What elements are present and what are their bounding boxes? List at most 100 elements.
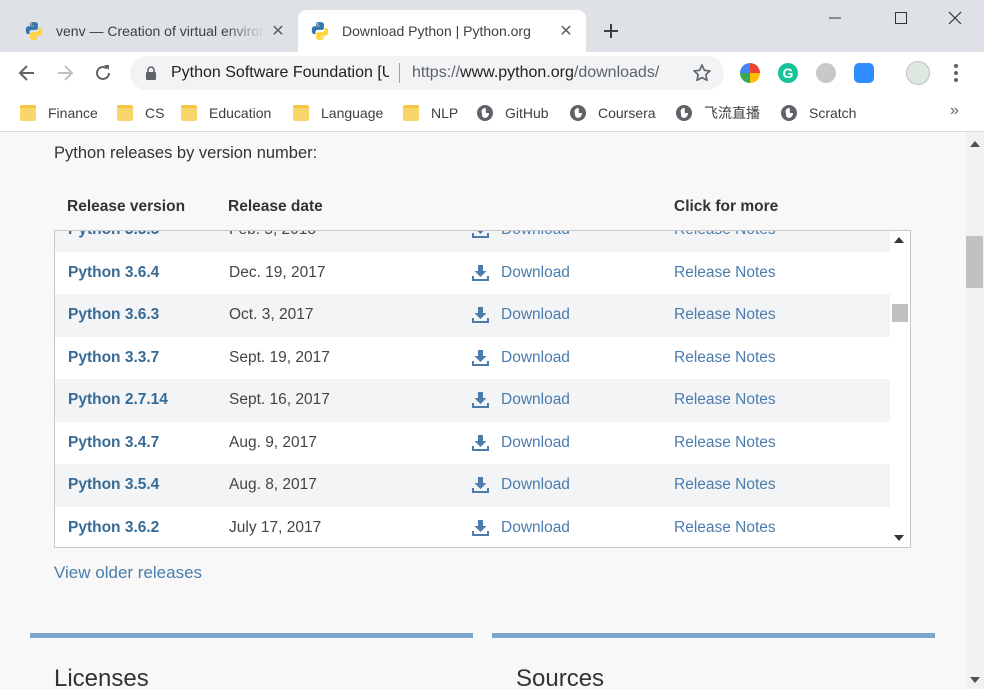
forward-button[interactable] bbox=[50, 58, 80, 88]
scroll-up-arrow-icon[interactable] bbox=[970, 141, 980, 147]
tab-python-downloads[interactable]: Download Python | Python.org ✕ bbox=[298, 10, 586, 52]
releases-heading: Python releases by version number: bbox=[54, 144, 318, 162]
window-close-button[interactable] bbox=[932, 4, 978, 32]
globe-icon bbox=[781, 105, 797, 121]
menu-kebab-icon[interactable] bbox=[946, 62, 966, 84]
download-link[interactable]: Download bbox=[472, 434, 570, 452]
scroll-down-arrow-icon[interactable] bbox=[894, 535, 904, 541]
download-link[interactable]: Download bbox=[472, 476, 570, 494]
folder-icon bbox=[181, 105, 197, 121]
release-notes-link[interactable]: Release Notes bbox=[674, 476, 776, 494]
minimize-button[interactable] bbox=[812, 4, 858, 32]
url-text[interactable]: https://www.python.org/downloads/ bbox=[412, 64, 682, 82]
page-scroll-thumb[interactable] bbox=[966, 236, 983, 288]
download-link[interactable]: Download bbox=[472, 306, 570, 324]
download-link[interactable]: Download bbox=[472, 264, 570, 282]
download-label: Download bbox=[501, 476, 570, 493]
release-notes-link[interactable]: Release Notes bbox=[674, 519, 776, 537]
bookmark-label: Coursera bbox=[598, 105, 656, 121]
minimize-icon bbox=[829, 17, 841, 19]
bookmarks-overflow-button[interactable]: » bbox=[950, 102, 959, 120]
bookmark-scratch[interactable]: Scratch bbox=[781, 103, 856, 123]
profile-avatar[interactable] bbox=[906, 61, 930, 85]
forward-arrow-icon bbox=[58, 65, 74, 81]
download-icon bbox=[472, 307, 489, 323]
globe-icon bbox=[570, 105, 586, 121]
download-label: Download bbox=[501, 433, 570, 451]
tab-title: Download Python | Python.org bbox=[342, 23, 531, 39]
omnibox-divider bbox=[399, 63, 400, 83]
tab-venv[interactable]: venv — Creation of virtual environments … bbox=[8, 10, 298, 52]
bookmark-education[interactable]: Education bbox=[181, 103, 271, 123]
download-icon bbox=[472, 231, 489, 238]
bookmark-github[interactable]: GitHub bbox=[477, 103, 549, 123]
release-row: Python 3.5.4 Aug. 8, 2017 Download Release … bbox=[55, 464, 891, 507]
bookmark-language[interactable]: Language bbox=[293, 103, 383, 123]
reload-button[interactable] bbox=[88, 58, 118, 88]
release-version-link[interactable]: Python 3.4.7 bbox=[68, 434, 159, 452]
scroll-up-arrow-icon[interactable] bbox=[894, 237, 904, 243]
site-identity[interactable]: Python Software Foundation [US] bbox=[171, 64, 389, 82]
release-rows: Python 3.5.5 Feb. 5, 2018 Download Release … bbox=[55, 231, 891, 547]
release-date: Sept. 19, 2017 bbox=[229, 348, 330, 366]
view-older-releases-link[interactable]: View older releases bbox=[54, 563, 202, 583]
bookmark-nlp[interactable]: NLP bbox=[403, 103, 458, 123]
download-link[interactable]: Download bbox=[472, 391, 570, 409]
download-link[interactable]: Download bbox=[472, 519, 570, 537]
release-notes-link[interactable]: Release Notes bbox=[674, 306, 776, 324]
bookmark-finance[interactable]: Finance bbox=[20, 103, 98, 123]
tab-title: venv — Creation of virtual environments bbox=[56, 23, 266, 39]
zoom-icon[interactable] bbox=[854, 63, 874, 83]
lock-icon[interactable] bbox=[145, 66, 157, 80]
download-icon bbox=[472, 264, 489, 281]
address-bar[interactable]: Python Software Foundation [US] https://… bbox=[130, 56, 724, 90]
release-row: Python 3.5.5 Feb. 5, 2018 Download Release … bbox=[55, 231, 891, 252]
release-version-link[interactable]: Python 3.6.3 bbox=[68, 306, 159, 324]
scroll-down-arrow-icon[interactable] bbox=[970, 677, 980, 683]
bookmark-star-icon[interactable] bbox=[692, 63, 712, 83]
tab-strip: venv — Creation of virtual environments … bbox=[0, 0, 984, 52]
ext-gray-icon[interactable] bbox=[816, 63, 836, 83]
list-scroll-thumb[interactable] bbox=[892, 304, 908, 322]
close-tab-icon[interactable]: ✕ bbox=[266, 19, 290, 43]
grammarly-icon[interactable]: G bbox=[778, 63, 798, 83]
url-path: /downloads/ bbox=[573, 64, 660, 81]
release-row: Python 3.6.3 Oct. 3, 2017 Download Release … bbox=[55, 294, 891, 337]
url-scheme: https:// bbox=[412, 64, 461, 81]
release-list[interactable]: Python 3.5.5 Feb. 5, 2018 Download Release … bbox=[54, 230, 911, 548]
release-version-link[interactable]: Python 3.5.5 bbox=[68, 231, 159, 239]
close-tab-icon[interactable]: ✕ bbox=[554, 19, 578, 43]
release-version-link[interactable]: Python 2.7.14 bbox=[68, 391, 168, 409]
bookmark-coursera[interactable]: Coursera bbox=[570, 103, 656, 123]
release-version-link[interactable]: Python 3.5.4 bbox=[68, 476, 159, 494]
download-icon bbox=[472, 392, 489, 408]
release-date: July 17, 2017 bbox=[229, 518, 322, 536]
release-notes-link[interactable]: Release Notes bbox=[674, 434, 776, 452]
back-arrow-icon bbox=[18, 65, 34, 81]
download-icon bbox=[472, 519, 489, 536]
python-icon bbox=[311, 22, 329, 40]
release-notes-link[interactable]: Release Notes bbox=[674, 349, 776, 367]
page-scrollbar[interactable] bbox=[966, 132, 984, 689]
release-date: Dec. 19, 2017 bbox=[229, 263, 326, 281]
release-notes-link[interactable]: Release Notes bbox=[674, 264, 776, 282]
globe-icon bbox=[477, 105, 493, 121]
list-scrollbar[interactable] bbox=[890, 231, 910, 547]
bookmark-label: 飞流直播 bbox=[704, 105, 760, 121]
release-version-link[interactable]: Python 3.6.2 bbox=[68, 519, 159, 537]
download-link[interactable]: Download bbox=[472, 231, 570, 239]
url-host: www.python.org bbox=[460, 64, 574, 81]
bookmark-cs[interactable]: CS bbox=[117, 103, 164, 123]
download-link[interactable]: Download bbox=[472, 349, 570, 367]
back-button[interactable] bbox=[12, 58, 42, 88]
globe-icon bbox=[676, 105, 692, 121]
release-row: Python 3.3.7 Sept. 19, 2017 Download Releas… bbox=[55, 337, 891, 380]
new-tab-button[interactable] bbox=[598, 18, 624, 44]
chrome-ext-icon[interactable] bbox=[740, 63, 760, 83]
release-version-link[interactable]: Python 3.6.4 bbox=[68, 264, 159, 282]
bookmark-feiliu[interactable]: 飞流直播 bbox=[676, 103, 760, 123]
release-notes-link[interactable]: Release Notes bbox=[674, 231, 776, 239]
release-version-link[interactable]: Python 3.3.7 bbox=[68, 349, 159, 367]
maximize-button[interactable] bbox=[878, 4, 924, 32]
release-notes-link[interactable]: Release Notes bbox=[674, 391, 776, 409]
